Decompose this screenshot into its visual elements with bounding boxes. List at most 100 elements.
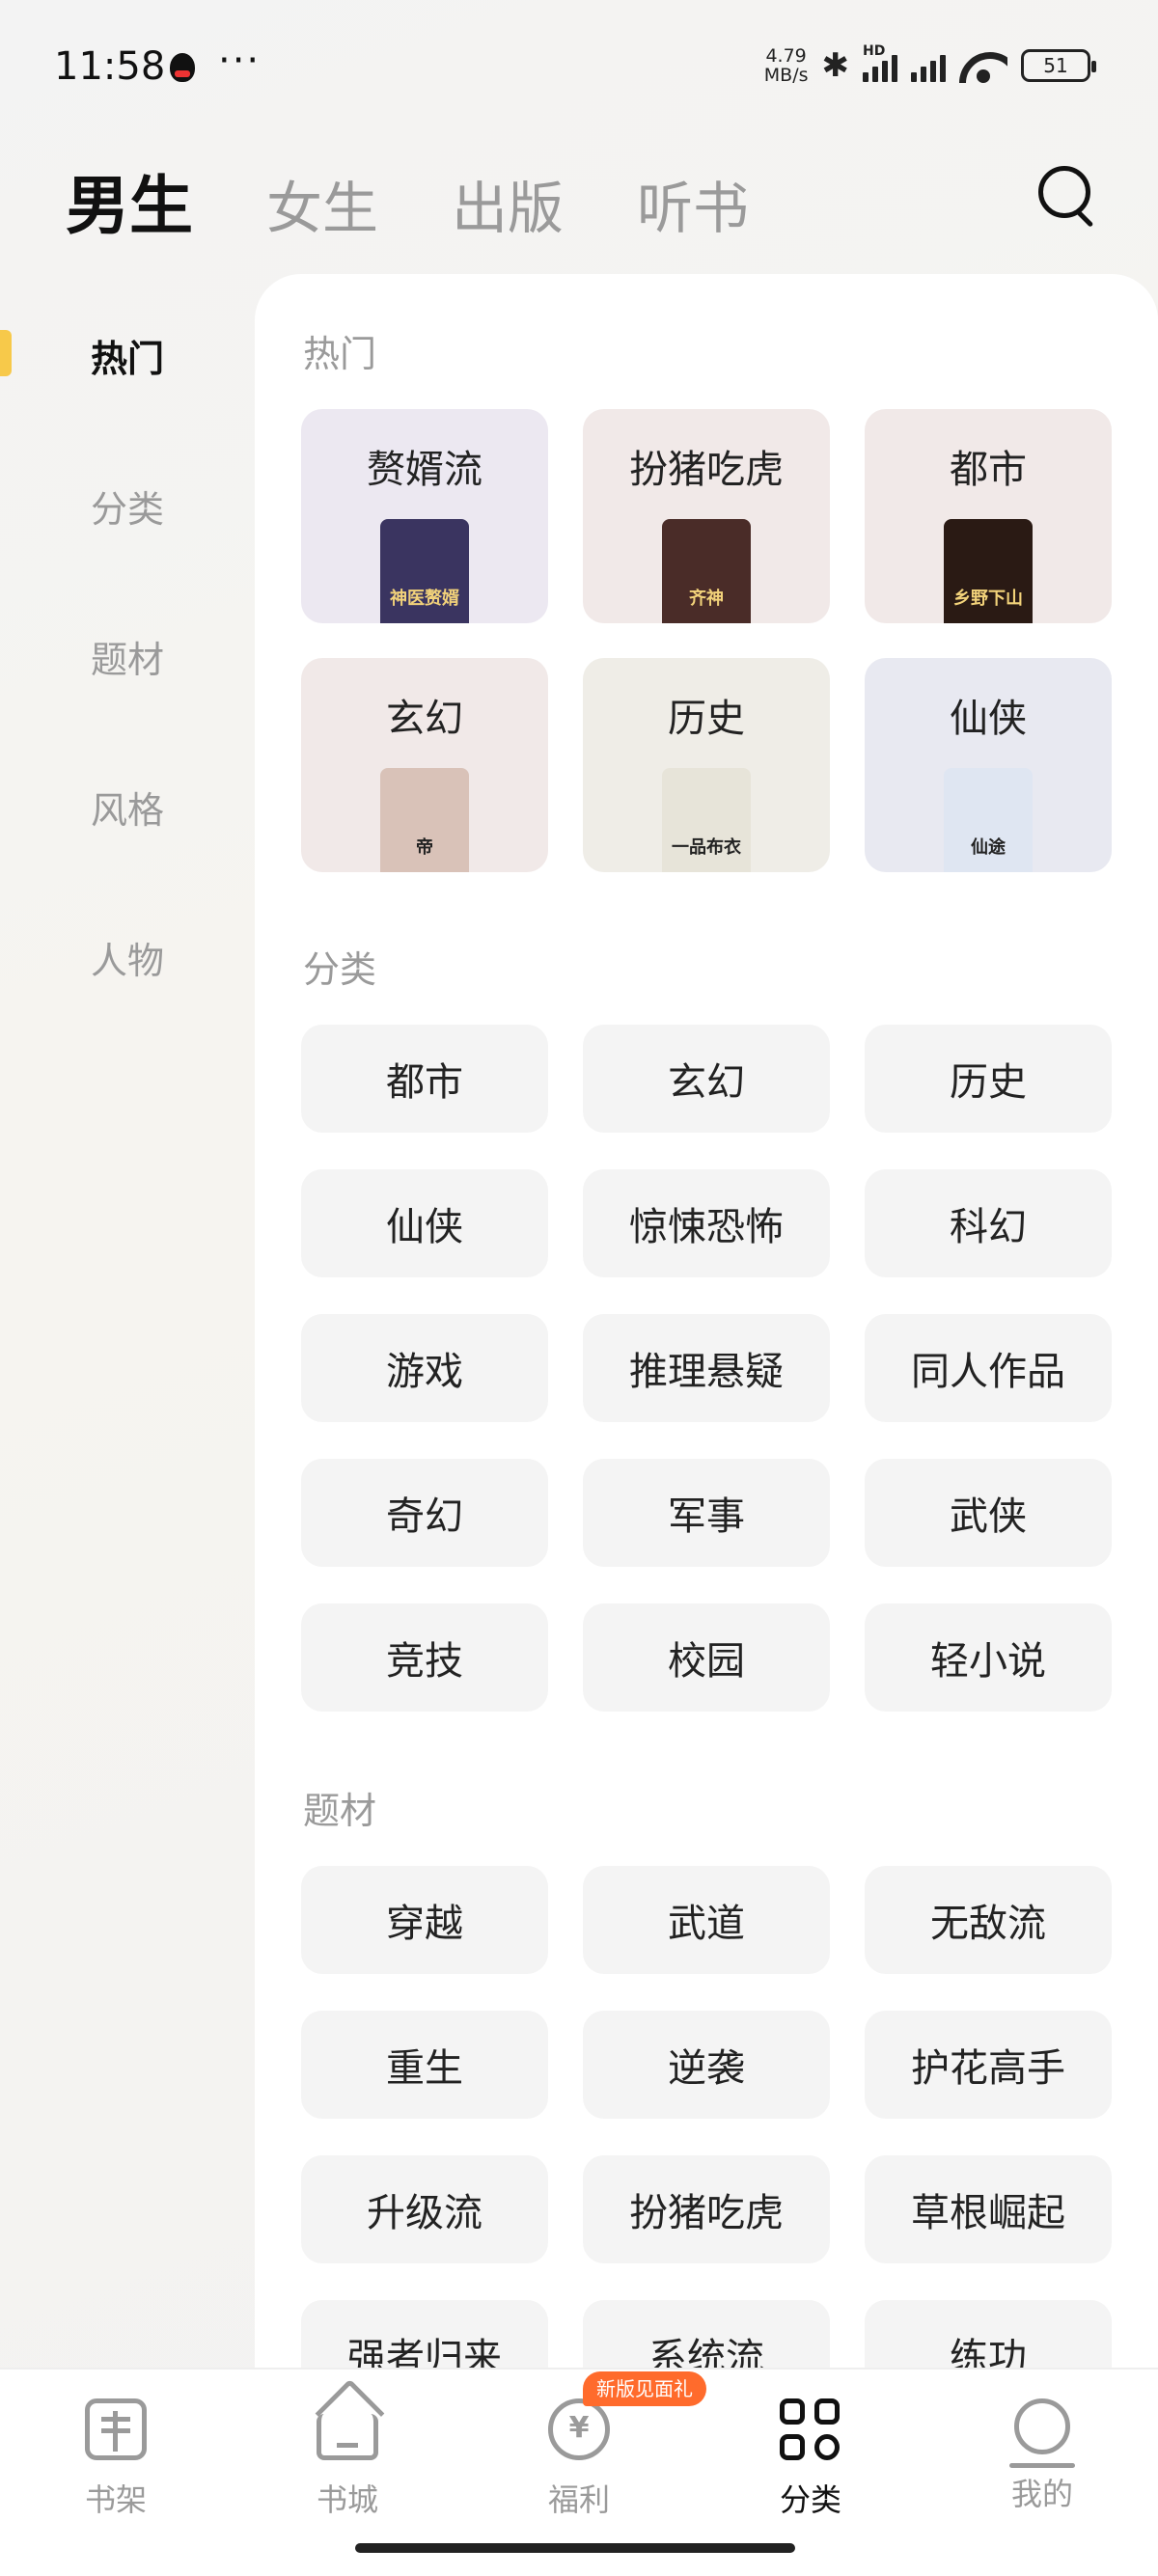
hot-card-label: 赘婿流 bbox=[367, 448, 482, 492]
category-tag[interactable]: 武侠 bbox=[865, 1459, 1112, 1567]
cover-text: 乡野下山 bbox=[953, 589, 1023, 609]
cover-text: 神医赘婿 bbox=[390, 589, 459, 609]
nav-bookshelf[interactable]: 书架 bbox=[39, 2398, 193, 2520]
theme-tag[interactable]: 武道 bbox=[583, 1866, 830, 1974]
cover-text: 仙途 bbox=[971, 837, 1006, 858]
hot-card[interactable]: 仙侠 仙途 bbox=[865, 658, 1112, 872]
hd-badge: HD bbox=[863, 43, 886, 59]
hot-card-label: 仙侠 bbox=[950, 697, 1027, 741]
category-tag[interactable]: 同人作品 bbox=[865, 1314, 1112, 1422]
category-tag[interactable]: 校园 bbox=[583, 1603, 830, 1712]
category-tag[interactable]: 游戏 bbox=[301, 1314, 548, 1422]
status-time: 11:58 bbox=[54, 44, 166, 89]
category-tag[interactable]: 推理悬疑 bbox=[583, 1314, 830, 1422]
hot-card-label: 玄幻 bbox=[386, 697, 463, 741]
main-panel: 热门 赘婿流 神医赘婿 扮猪吃虎 齐神 都市 乡野下山 玄幻 帝 历史 一品布衣… bbox=[255, 274, 1158, 2368]
hot-card[interactable]: 扮猪吃虎 齐神 bbox=[583, 409, 830, 623]
theme-tag[interactable]: 无敌流 bbox=[865, 1866, 1112, 1974]
side-item-character[interactable]: 人物 bbox=[0, 882, 255, 1032]
category-icon bbox=[780, 2398, 841, 2460]
category-tag[interactable]: 玄幻 bbox=[583, 1025, 830, 1133]
theme-tag[interactable]: 升级流 bbox=[301, 2155, 548, 2263]
book-cover: 一品布衣 bbox=[662, 768, 751, 872]
nav-welfare[interactable]: ¥ 福利 bbox=[502, 2398, 656, 2520]
hot-card[interactable]: 赘婿流 神医赘婿 bbox=[301, 409, 548, 623]
signal-icon: HD bbox=[863, 43, 897, 82]
section-title-theme: 题材 bbox=[303, 1790, 377, 1832]
theme-tag[interactable]: 练功 bbox=[865, 2300, 1112, 2368]
category-tag[interactable]: 竞技 bbox=[301, 1603, 548, 1712]
nav-profile[interactable]: 我的 bbox=[965, 2398, 1119, 2514]
side-nav: 热门 分类 题材 风格 人物 bbox=[0, 280, 255, 1032]
side-item-category[interactable]: 分类 bbox=[0, 430, 255, 581]
hot-card[interactable]: 玄幻 帝 bbox=[301, 658, 548, 872]
book-cover: 神医赘婿 bbox=[380, 519, 469, 623]
welfare-icon-glyph: ¥ bbox=[568, 2411, 590, 2445]
book-cover: 齐神 bbox=[662, 519, 751, 623]
signal-icon-2 bbox=[911, 49, 946, 82]
home-indicator[interactable] bbox=[355, 2543, 795, 2553]
tab-female[interactable]: 女生 bbox=[266, 163, 378, 244]
tab-audiobook[interactable]: 听书 bbox=[637, 163, 749, 244]
wifi-icon bbox=[959, 48, 1007, 83]
battery-icon: 51 bbox=[1021, 49, 1096, 82]
category-tag[interactable]: 科幻 bbox=[865, 1169, 1112, 1277]
nav-label: 福利 bbox=[547, 2481, 610, 2518]
section-title-category: 分类 bbox=[303, 948, 377, 991]
category-tag[interactable]: 惊悚恐怖 bbox=[583, 1169, 830, 1277]
status-icons: 4.79 MB/s ✱ HD 51 bbox=[764, 42, 1096, 89]
net-speed: 4.79 MB/s bbox=[764, 46, 809, 85]
nav-label: 分类 bbox=[779, 2481, 841, 2518]
hot-card-label: 历史 bbox=[668, 697, 745, 741]
side-item-theme[interactable]: 题材 bbox=[0, 581, 255, 731]
battery-level: 51 bbox=[1043, 54, 1068, 77]
book-cover: 乡野下山 bbox=[944, 519, 1033, 623]
bluetooth-icon: ✱ bbox=[821, 46, 850, 85]
status-bar: 11:58 ··· 4.79 MB/s ✱ HD 51 bbox=[0, 0, 1158, 135]
category-tag[interactable]: 奇幻 bbox=[301, 1459, 548, 1567]
search-icon[interactable] bbox=[1033, 160, 1100, 228]
nav-category[interactable]: 分类 bbox=[733, 2398, 888, 2520]
bookstore-icon bbox=[317, 2414, 378, 2460]
book-cover: 仙途 bbox=[944, 768, 1033, 872]
cover-text: 一品布衣 bbox=[672, 837, 741, 858]
side-item-hot[interactable]: 热门 bbox=[0, 280, 255, 430]
section-title-hot: 热门 bbox=[303, 333, 377, 375]
theme-tag[interactable]: 护花高手 bbox=[865, 2011, 1112, 2119]
cover-text: 齐神 bbox=[689, 589, 724, 609]
nav-bookstore[interactable]: 书城 bbox=[270, 2398, 425, 2520]
theme-tag[interactable]: 强者归来 bbox=[301, 2300, 548, 2368]
book-cover: 帝 bbox=[380, 768, 469, 872]
side-item-style[interactable]: 风格 bbox=[0, 731, 255, 882]
category-tag[interactable]: 仙侠 bbox=[301, 1169, 548, 1277]
hot-card-label: 都市 bbox=[950, 448, 1027, 492]
category-tag[interactable]: 都市 bbox=[301, 1025, 548, 1133]
net-speed-unit: MB/s bbox=[763, 65, 809, 86]
theme-tag[interactable]: 穿越 bbox=[301, 1866, 548, 1974]
welfare-icon: ¥ bbox=[548, 2398, 610, 2460]
nav-label: 书城 bbox=[316, 2481, 378, 2518]
profile-icon bbox=[1009, 2398, 1075, 2468]
bookshelf-icon bbox=[85, 2398, 147, 2460]
more-dots-icon: ··· bbox=[218, 39, 262, 83]
cover-text: 帝 bbox=[416, 837, 433, 858]
nav-label: 书架 bbox=[84, 2481, 147, 2518]
qq-icon bbox=[170, 53, 195, 82]
theme-tag[interactable]: 逆袭 bbox=[583, 2011, 830, 2119]
welfare-badge: 新版见面礼 bbox=[583, 2371, 706, 2406]
theme-tag[interactable]: 重生 bbox=[301, 2011, 548, 2119]
category-tag[interactable]: 军事 bbox=[583, 1459, 830, 1567]
tab-male[interactable]: 男生 bbox=[66, 154, 193, 247]
theme-tag[interactable]: 扮猪吃虎 bbox=[583, 2155, 830, 2263]
net-speed-value: 4.79 bbox=[765, 45, 807, 67]
category-tag[interactable]: 历史 bbox=[865, 1025, 1112, 1133]
category-tag[interactable]: 轻小说 bbox=[865, 1603, 1112, 1712]
nav-label: 我的 bbox=[1010, 2476, 1073, 2512]
channel-tabs: 男生 女生 出版 听书 bbox=[66, 154, 749, 247]
theme-tag[interactable]: 系统流 bbox=[583, 2300, 830, 2368]
hot-card-label: 扮猪吃虎 bbox=[629, 448, 784, 492]
hot-card[interactable]: 都市 乡野下山 bbox=[865, 409, 1112, 623]
tab-publish[interactable]: 出版 bbox=[452, 163, 564, 244]
hot-card[interactable]: 历史 一品布衣 bbox=[583, 658, 830, 872]
theme-tag[interactable]: 草根崛起 bbox=[865, 2155, 1112, 2263]
